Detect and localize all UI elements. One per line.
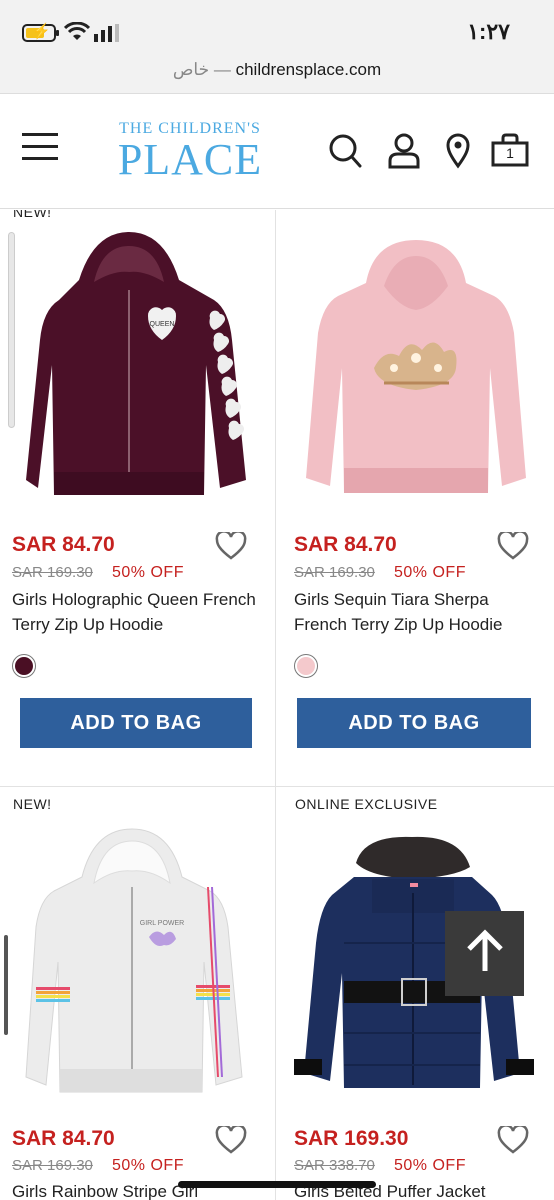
- wifi-icon: [64, 22, 90, 40]
- bag-count: 1: [506, 145, 514, 161]
- add-to-bag-button[interactable]: ADD TO BAG: [20, 698, 252, 748]
- status-time: ١:٢٧: [467, 19, 510, 44]
- product-grid: NEW! QUEEN SAR 84.70 SAR 169.30 50% OFF …: [0, 210, 554, 1200]
- original-price: SAR 169.30: [294, 564, 375, 581]
- domain-label: childrensplace.com: [235, 60, 382, 79]
- svg-text:GIRL POWER: GIRL POWER: [140, 920, 184, 927]
- wishlist-heart-icon[interactable]: [497, 532, 529, 560]
- color-swatch[interactable]: [12, 654, 36, 678]
- product-badge: ONLINE EXCLUSIVE: [295, 796, 438, 812]
- product-badge: NEW!: [13, 796, 52, 812]
- original-price: SAR 169.30: [12, 1157, 93, 1174]
- product-image-burgundy-hoodie[interactable]: QUEEN: [24, 230, 250, 505]
- product-price: SAR 169.30: [294, 1127, 409, 1150]
- product-name[interactable]: Girls Sequin Tiara Sherpa French Terry Z…: [294, 587, 544, 637]
- product-image-pink-hoodie[interactable]: [304, 238, 530, 503]
- product-card: SAR 84.70 SAR 169.30 50% OFF Girls Sequi…: [276, 210, 551, 786]
- arrow-up-icon: [467, 929, 503, 971]
- site-header: THE CHILDREN'S PLACE 1: [0, 95, 554, 209]
- svg-text:QUEEN: QUEEN: [150, 321, 175, 328]
- product-image-rainbow-hoodie[interactable]: GIRL POWER: [24, 827, 250, 1097]
- site-logo[interactable]: THE CHILDREN'S PLACE: [110, 120, 270, 182]
- shopping-bag-icon[interactable]: 1: [491, 133, 529, 169]
- discount-label: 50% OFF: [112, 1157, 184, 1174]
- back-to-top-button[interactable]: [445, 911, 524, 996]
- wishlist-heart-icon[interactable]: [497, 1126, 529, 1154]
- menu-icon[interactable]: [22, 133, 58, 161]
- scroll-indicator-secondary[interactable]: [4, 935, 8, 1035]
- logo-line2: PLACE: [117, 135, 263, 184]
- discount-label: 50% OFF: [112, 564, 184, 581]
- original-price: SAR 338.70: [294, 1157, 375, 1174]
- product-card: NEW! GIRL POWER SAR 84.70 SAR 169.30 50%…: [0, 787, 275, 1200]
- discount-label: 50% OFF: [394, 564, 466, 581]
- signal-icon: [94, 24, 119, 42]
- original-price: SAR 169.30: [12, 564, 93, 581]
- home-indicator[interactable]: [178, 1181, 376, 1188]
- wishlist-heart-icon[interactable]: [215, 532, 247, 560]
- private-label: خاص —: [172, 60, 231, 79]
- wishlist-heart-icon[interactable]: [215, 1126, 247, 1154]
- product-price: SAR 84.70: [12, 533, 115, 556]
- color-swatch[interactable]: [294, 654, 318, 678]
- add-to-bag-button[interactable]: ADD TO BAG: [297, 698, 531, 748]
- product-price: SAR 84.70: [294, 533, 397, 556]
- product-card: QUEEN SAR 84.70 SAR 169.30 50% OFF Girls…: [0, 210, 275, 786]
- store-locator-icon[interactable]: [446, 133, 470, 169]
- battery-icon: ⚡: [22, 23, 59, 42]
- product-price: SAR 84.70: [12, 1127, 115, 1150]
- product-name[interactable]: Girls Holographic Queen French Terry Zip…: [12, 587, 262, 637]
- discount-label: 50% OFF: [394, 1157, 466, 1174]
- scroll-indicator[interactable]: [8, 232, 15, 428]
- address-bar[interactable]: خاص — childrensplace.com: [0, 48, 554, 94]
- search-icon[interactable]: [328, 133, 362, 169]
- account-icon[interactable]: [388, 133, 420, 169]
- status-bar: ⚡ ١:٢٧: [0, 0, 554, 48]
- url-text[interactable]: خاص — childrensplace.com: [0, 60, 554, 80]
